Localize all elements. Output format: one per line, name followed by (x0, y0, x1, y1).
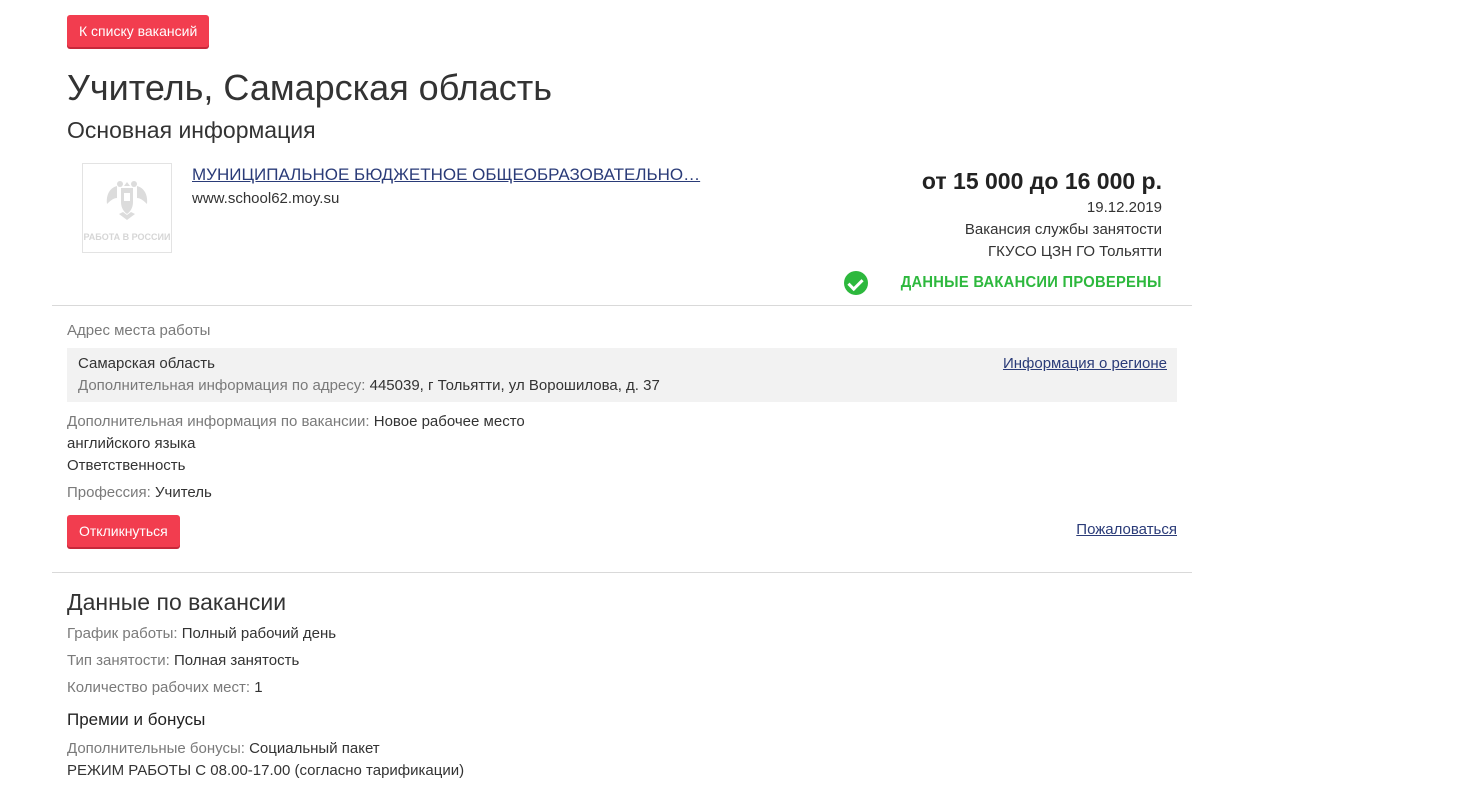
work-hours-note: РЕЖИМ РАБОТЫ С 08.00-17.00 (согласно тар… (67, 762, 465, 779)
address-extra: Дополнительная информация по адресу: 445… (78, 377, 660, 395)
address-region: Самарская область (78, 355, 215, 372)
employment-type: Тип занятости: Полная занятость (67, 652, 299, 670)
employment-agency: ГКУСО ЦЗН ГО Тольятти (988, 243, 1162, 260)
publish-date: 19.12.2019 (1086, 199, 1162, 216)
divider (52, 305, 1192, 306)
positions-count: Количество рабочих мест: 1 (67, 679, 263, 697)
bonuses-title: Премии и бонусы (67, 710, 206, 729)
bonuses-label: Дополнительные бонусы: (67, 740, 245, 757)
complain-link[interactable]: Пожаловаться (1076, 521, 1177, 539)
positions-count-label: Количество рабочих мест: (67, 679, 251, 696)
bonuses: Дополнительные бонусы: Социальный пакет (67, 740, 380, 758)
vacancy-info-line-2: английского языка (67, 435, 196, 452)
employer-name-link[interactable]: МУНИЦИПАЛЬНОЕ БЮДЖЕТНОЕ ОБЩЕОБРАЗОВАТЕЛЬ… (192, 165, 700, 185)
section-subtitle: Основная информация (67, 117, 316, 143)
bonuses-value: Социальный пакет (249, 740, 380, 757)
divider (52, 572, 1192, 573)
vacancy-info: Дополнительная информация по вакансии: Н… (67, 413, 525, 431)
schedule: График работы: Полный рабочий день (67, 625, 336, 643)
positions-count-value: 1 (254, 679, 263, 696)
employment-type-label: Тип занятости: (67, 652, 170, 669)
vacancy-info-line-3: Ответственность (67, 457, 186, 474)
vacancy-info-value: Новое рабочее место (373, 413, 525, 430)
vacancy-page: К списку вакансий Учитель, Самарская обл… (0, 0, 1464, 794)
schedule-value: Полный рабочий день (181, 625, 337, 642)
verified-text: Данные вакансии проверены (900, 274, 1162, 291)
back-to-list-button[interactable]: К списку вакансий (67, 15, 210, 47)
profession-value: Учитель (155, 484, 212, 501)
apply-button[interactable]: Откликнуться (67, 515, 180, 547)
russian-eagle-emblem-icon (106, 181, 148, 220)
address-extra-label: Дополнительная информация по адресу: (78, 377, 366, 394)
employer-logo: РАБОТА В РОССИИ (82, 163, 172, 253)
employer-website: www.school62.moy.su (192, 190, 340, 207)
vacancy-info-label: Дополнительная информация по вакансии: (67, 413, 370, 430)
employment-type-value: Полная занятость (173, 652, 300, 669)
schedule-label: График работы: (67, 625, 178, 642)
address-box: Самарская область Дополнительная информа… (67, 348, 1177, 402)
profession-label: Профессия: (67, 484, 151, 501)
salary: от 15 000 до 16 000 р. (921, 168, 1162, 194)
details-title: Данные по вакансии (67, 589, 287, 615)
address-label: Адрес места работы (67, 322, 211, 339)
vacancy-source: Вакансия службы занятости (964, 221, 1162, 238)
region-info-link[interactable]: Информация о регионе (1003, 355, 1167, 373)
page-title: Учитель, Самарская область (67, 67, 552, 108)
check-circle-icon (844, 271, 869, 295)
verified-badge: Данные вакансии проверены (844, 271, 1162, 295)
logo-text: РАБОТА В РОССИИ (83, 232, 171, 242)
profession: Профессия: Учитель (67, 484, 212, 502)
address-extra-value: 445039, г Тольятти, ул Ворошилова, д. 37 (369, 377, 660, 394)
